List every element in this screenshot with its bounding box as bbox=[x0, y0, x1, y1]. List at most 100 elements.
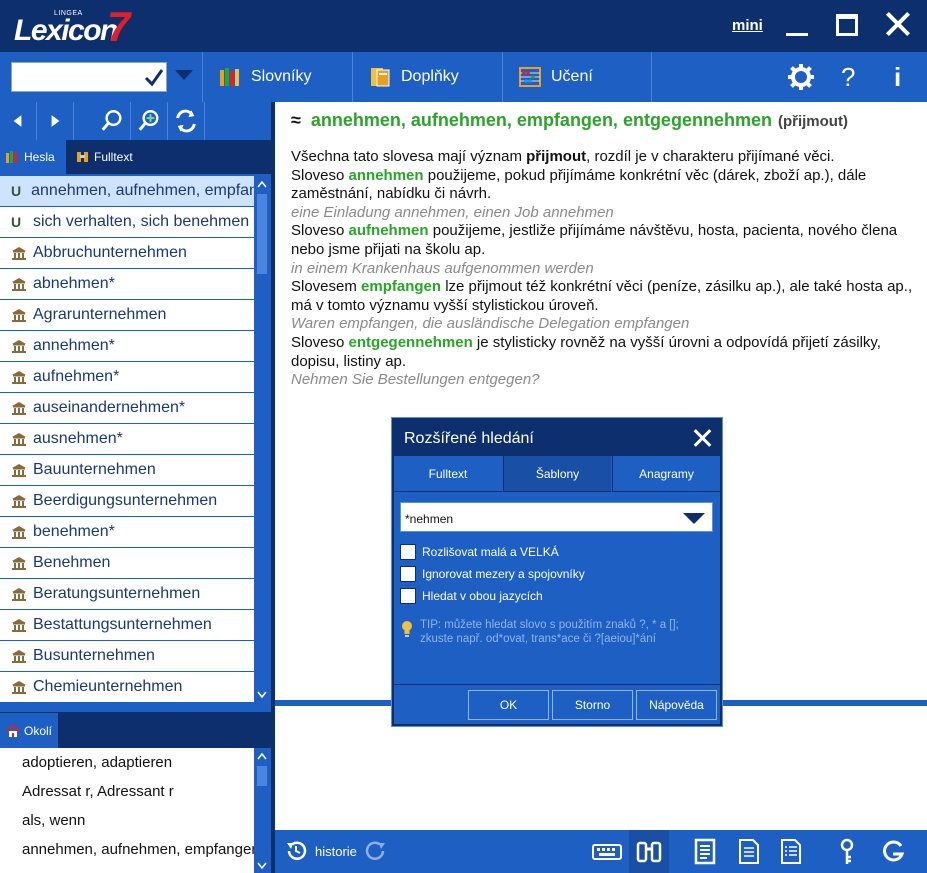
history-label[interactable]: historie bbox=[315, 844, 357, 859]
context-item[interactable]: Adressat r, Adressant r bbox=[0, 777, 254, 806]
list-item-label: aufnehmen* bbox=[33, 368, 120, 385]
entry-paragraph: Sloveso entgegennehmen je stylisticky ro… bbox=[291, 333, 881, 370]
list-item-label: sich verhalten, sich benehmen bbox=[33, 213, 250, 230]
checkbox-box[interactable] bbox=[400, 588, 416, 604]
list-item[interactable]: annehmen* bbox=[0, 331, 254, 362]
pattern-select[interactable]: *nehmen bbox=[400, 502, 713, 532]
list-item[interactable]: Benehmen bbox=[0, 548, 254, 579]
context-scrollbar[interactable] bbox=[254, 748, 270, 873]
scroll-down-icon[interactable] bbox=[257, 862, 267, 870]
list-item[interactable]: abnehmen* bbox=[0, 269, 254, 300]
swap-direction-icon[interactable] bbox=[168, 102, 205, 140]
checkmark-icon[interactable] bbox=[144, 65, 164, 89]
document-list-icon[interactable] bbox=[775, 835, 807, 868]
building-icon bbox=[12, 340, 26, 353]
list-item[interactable]: Agrarunternehmen bbox=[0, 300, 254, 331]
books-icon bbox=[6, 151, 17, 163]
chevron-down-icon[interactable] bbox=[175, 70, 193, 80]
ok-button[interactable]: OK bbox=[468, 690, 549, 720]
cancel-button[interactable]: Storno bbox=[552, 690, 633, 720]
entry-link[interactable]: aufnehmen bbox=[349, 222, 429, 239]
building-icon bbox=[12, 619, 26, 632]
entry-paragraph: Sloveso aufnehmen použijeme, jestliže př… bbox=[291, 222, 898, 258]
list-item-label: Chemieunternehmen bbox=[33, 678, 183, 695]
close-icon[interactable] bbox=[884, 10, 912, 38]
maximize-icon[interactable] bbox=[836, 14, 858, 36]
entry-link[interactable]: annehmen bbox=[349, 167, 424, 184]
case-sensitive-checkbox[interactable]: Rozlišovat malá a VELKÁ bbox=[400, 543, 700, 561]
scroll-thumb[interactable] bbox=[257, 766, 267, 786]
logo-number: 7 bbox=[107, 3, 131, 50]
tab-slovniky-label: Slovníky bbox=[251, 68, 312, 85]
minimize-icon[interactable] bbox=[786, 12, 810, 38]
list-item[interactable]: ausnehmen* bbox=[0, 424, 254, 455]
list-item[interactable]: Beerdigungsunternehmen bbox=[0, 486, 254, 517]
advanced-search-dialog: Rozšířené hledání Fulltext Šablony Anagr… bbox=[392, 418, 722, 726]
keyboard-icon[interactable] bbox=[591, 835, 623, 868]
chevron-down-icon[interactable] bbox=[683, 513, 705, 524]
advanced-search-icon[interactable] bbox=[131, 102, 168, 140]
info-button[interactable]: i bbox=[894, 62, 901, 93]
scroll-down-icon[interactable] bbox=[257, 691, 267, 699]
list-item[interactable]: Beratungsunternehmen bbox=[0, 579, 254, 610]
google-icon[interactable] bbox=[877, 835, 909, 868]
entry-paragraph: Sloveso annehmen použijeme, pokud přijím… bbox=[291, 166, 867, 203]
ignore-spaces-checkbox[interactable]: Ignorovat mezery a spojovníky bbox=[400, 565, 700, 583]
list-item[interactable]: aufnehmen* bbox=[0, 362, 254, 393]
building-icon bbox=[12, 526, 26, 539]
gear-icon[interactable] bbox=[787, 63, 815, 91]
close-icon[interactable] bbox=[694, 429, 712, 447]
dialog-separator bbox=[394, 684, 720, 685]
list-item[interactable]: Bestattungsunternehmen bbox=[0, 610, 254, 641]
entry-link[interactable]: entgegennehmen bbox=[349, 334, 473, 351]
checkbox-box[interactable] bbox=[400, 544, 416, 560]
headword-scrollbar[interactable] bbox=[254, 176, 270, 703]
list-item-label: Bauunternehmen bbox=[33, 461, 156, 478]
phrase-mark-icon: U bbox=[11, 214, 22, 230]
scroll-up-icon[interactable] bbox=[257, 752, 267, 760]
headword-list: Uannehmen, aufnehmen, empfangen, entgege… bbox=[0, 176, 254, 703]
context-item[interactable]: als, wenn bbox=[0, 806, 254, 835]
tab-okoli[interactable]: Okolí bbox=[0, 712, 58, 748]
search-icon[interactable] bbox=[94, 102, 131, 140]
dialog-tab-anagramy[interactable]: Anagramy bbox=[612, 456, 720, 492]
entry-paragraph: Všechna tato slovesa mají význam přijmou… bbox=[291, 148, 835, 165]
tab-fulltext[interactable]: Fulltext bbox=[70, 140, 150, 174]
document-icon[interactable] bbox=[689, 835, 721, 868]
forward-arrow-icon[interactable] bbox=[37, 102, 74, 140]
history-icon[interactable] bbox=[285, 840, 307, 862]
binoculars-icon[interactable] bbox=[633, 835, 665, 868]
tab-doplnky[interactable]: Doplňky bbox=[352, 52, 502, 102]
back-arrow-icon[interactable] bbox=[0, 102, 37, 140]
entry-headword[interactable]: annehmen, aufnehmen, empfangen, entgegen… bbox=[311, 110, 772, 130]
list-item[interactable]: Bauunternehmen bbox=[0, 455, 254, 486]
search-input[interactable] bbox=[14, 66, 134, 88]
key-icon[interactable] bbox=[831, 835, 863, 868]
scroll-thumb[interactable] bbox=[257, 194, 267, 274]
left-tabs: Hesla Fulltext bbox=[0, 140, 271, 174]
list-item[interactable]: Busunternehmen bbox=[0, 641, 254, 672]
list-item[interactable]: benehmen* bbox=[0, 517, 254, 548]
tab-slovniky[interactable]: Slovníky bbox=[202, 52, 352, 102]
context-item[interactable]: adoptieren, adaptieren bbox=[0, 748, 254, 777]
entry-link[interactable]: empfangen bbox=[361, 278, 441, 295]
dialog-tab-sablony[interactable]: Šablony bbox=[503, 456, 611, 492]
list-item[interactable]: Usich verhalten, sich benehmen bbox=[0, 207, 254, 238]
tab-hesla[interactable]: Hesla bbox=[0, 140, 66, 174]
redo-icon[interactable] bbox=[365, 840, 387, 862]
both-languages-checkbox[interactable]: Hledat v obou jazycích bbox=[400, 587, 700, 605]
list-item[interactable]: Abbruchunternehmen bbox=[0, 238, 254, 269]
help-button[interactable]: ? bbox=[841, 62, 855, 93]
tab-uceni[interactable]: Učení bbox=[502, 52, 652, 102]
entry-body: Všechna tato slovesa mají význam přijmou… bbox=[291, 148, 921, 390]
document-lines-icon[interactable] bbox=[733, 835, 765, 868]
list-item[interactable]: Chemieunternehmen bbox=[0, 672, 254, 703]
help-dialog-button[interactable]: Nápověda bbox=[636, 690, 717, 720]
list-item[interactable]: auseinandernehmen* bbox=[0, 393, 254, 424]
checkbox-box[interactable] bbox=[400, 566, 416, 582]
dialog-tab-fulltext[interactable]: Fulltext bbox=[394, 456, 502, 492]
list-item[interactable]: Uannehmen, aufnehmen, empfangen, entgege… bbox=[0, 176, 254, 207]
mini-mode-button[interactable]: mini bbox=[732, 17, 763, 34]
scroll-up-icon[interactable] bbox=[257, 180, 267, 188]
context-item[interactable]: annehmen, aufnehmen, empfangen, entgegen… bbox=[0, 835, 254, 864]
